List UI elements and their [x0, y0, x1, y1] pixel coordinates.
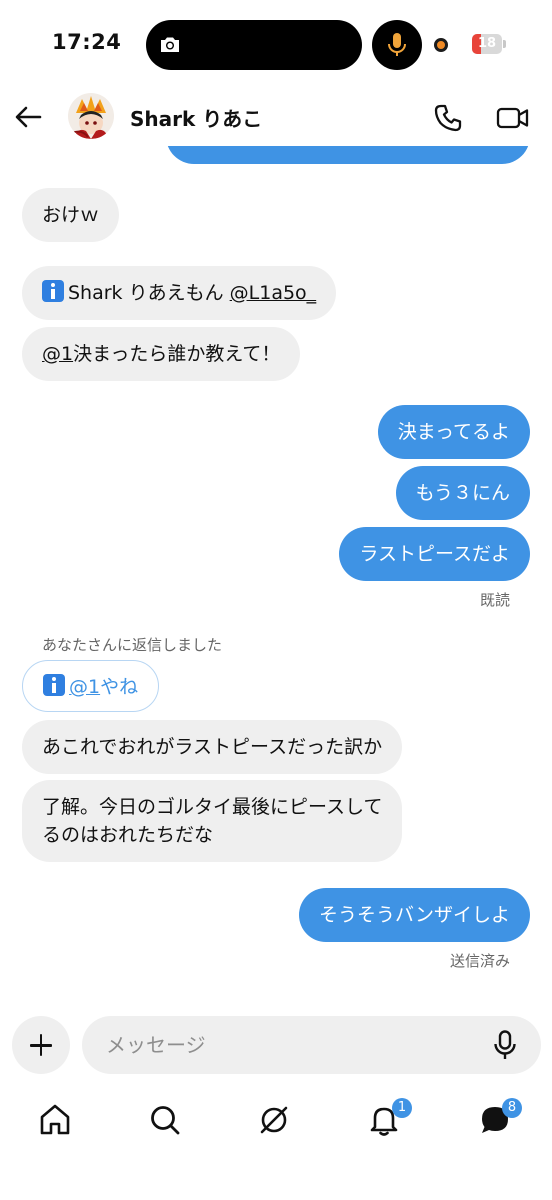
explore-icon[interactable] — [254, 1100, 294, 1140]
mention-link[interactable]: @L1a5o_ — [230, 282, 317, 304]
message-bubble-incoming[interactable]: Shark りあえもん @L1a5o_ — [22, 266, 337, 320]
reply-note: あなたさんに返信しました — [42, 636, 223, 654]
message-bubble-incoming[interactable]: おけｗ — [22, 188, 120, 242]
arrow-left-icon[interactable] — [12, 102, 44, 132]
read-receipt: 既読 — [479, 591, 510, 609]
microphone-icon[interactable] — [492, 1030, 518, 1060]
sent-status: 送信済み — [449, 952, 510, 970]
camera-icon — [161, 37, 179, 52]
message-bubble-incoming[interactable]: 了解。今日のゴルタイ最後にピースして るのはおれたちだな — [22, 780, 403, 862]
message-bubble-incoming[interactable]: @1決まったら誰か教えて！ — [22, 327, 301, 381]
home-icon[interactable] — [35, 1100, 75, 1140]
bottom-nav: 1 8 — [0, 1090, 552, 1160]
phone-icon[interactable] — [432, 102, 464, 134]
mic-indicator — [372, 20, 422, 70]
messages-badge: 8 — [502, 1098, 522, 1118]
status-time: 17:24 — [52, 30, 122, 54]
mention-link[interactable]: @1 — [42, 343, 73, 365]
status-bar: 17:24 18 — [0, 0, 552, 90]
message-bubble-outgoing[interactable]: 決まってるよ — [377, 405, 530, 459]
contact-name[interactable]: Shark りあこ — [130, 103, 262, 132]
info-icon — [42, 280, 64, 302]
add-attachment-button[interactable] — [12, 1016, 70, 1074]
search-icon[interactable] — [145, 1100, 185, 1140]
dynamic-island — [146, 20, 362, 70]
message-bubble-outgoing[interactable]: もう３にん — [395, 466, 530, 520]
recording-dot-icon — [434, 38, 448, 52]
message-bubble-outgoing[interactable]: そうそうバンザイしよ — [299, 888, 530, 942]
info-icon — [43, 674, 65, 696]
chat-header: Shark りあこ — [0, 88, 552, 146]
video-camera-icon[interactable] — [496, 102, 530, 134]
mention-link[interactable]: @1 — [69, 676, 100, 698]
avatar[interactable] — [68, 93, 114, 139]
message-bubble-outgoing[interactable]: ラストピースだよ — [339, 527, 530, 581]
notification-badge: 1 — [392, 1098, 412, 1118]
reply-preview-bubble[interactable]: @1やね — [22, 660, 160, 712]
microphone-icon — [388, 33, 406, 56]
message-bubble-incoming[interactable]: あこれでおれがラストピースだった訳か — [22, 720, 403, 774]
message-input[interactable] — [82, 1016, 541, 1074]
battery-level: 18 — [477, 36, 497, 51]
battery-icon: 18 — [472, 34, 502, 54]
